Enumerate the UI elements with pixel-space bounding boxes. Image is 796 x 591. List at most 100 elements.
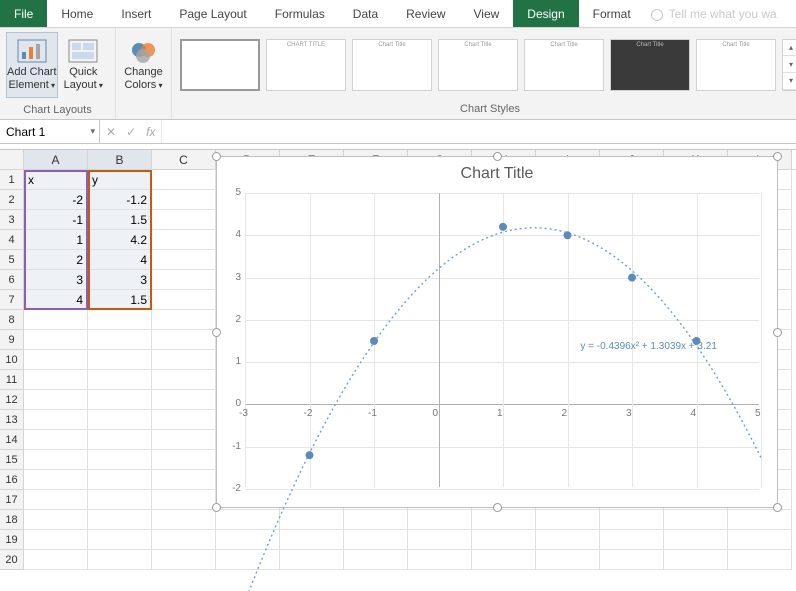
cell-B11[interactable] (88, 370, 152, 390)
tab-page-layout[interactable]: Page Layout (165, 0, 260, 27)
row-header-12[interactable]: 12 (0, 390, 24, 410)
cell-C4[interactable] (152, 230, 216, 250)
tab-file[interactable]: File (0, 0, 47, 27)
chart-handle-ne[interactable] (773, 152, 782, 161)
cell-A13[interactable] (24, 410, 88, 430)
chart-style-2[interactable]: CHART TITLE (266, 39, 346, 91)
name-box[interactable]: Chart 1 (0, 120, 100, 143)
cell-D18[interactable] (216, 510, 280, 530)
cell-B6[interactable]: 3 (88, 270, 152, 290)
worksheet-grid[interactable]: A B C D E F G H I J K L 1xy2-2-1.23-11.5… (0, 150, 796, 570)
cell-G18[interactable] (408, 510, 472, 530)
cell-B9[interactable] (88, 330, 152, 350)
fx-icon[interactable]: fx (146, 125, 155, 139)
cell-I19[interactable] (536, 530, 600, 550)
row-header-16[interactable]: 16 (0, 470, 24, 490)
cell-C7[interactable] (152, 290, 216, 310)
cell-B7[interactable]: 1.5 (88, 290, 152, 310)
cell-C9[interactable] (152, 330, 216, 350)
cell-B8[interactable] (88, 310, 152, 330)
cell-F18[interactable] (344, 510, 408, 530)
cell-K19[interactable] (664, 530, 728, 550)
cell-D20[interactable] (216, 550, 280, 570)
row-header-1[interactable]: 1 (0, 170, 24, 190)
data-point[interactable] (499, 223, 507, 231)
embedded-chart[interactable]: Chart Title 543210-1-2-3-2-1012345y = -0… (216, 156, 778, 508)
cell-A5[interactable]: 2 (24, 250, 88, 270)
data-point[interactable] (564, 231, 572, 239)
row-header-18[interactable]: 18 (0, 510, 24, 530)
cell-C2[interactable] (152, 190, 216, 210)
cell-B5[interactable]: 4 (88, 250, 152, 270)
cell-C18[interactable] (152, 510, 216, 530)
tell-me-search[interactable]: Tell me what you wa (645, 0, 796, 27)
chart-style-4[interactable]: Chart Title (438, 39, 518, 91)
cell-B16[interactable] (88, 470, 152, 490)
cell-B3[interactable]: 1.5 (88, 210, 152, 230)
cell-K20[interactable] (664, 550, 728, 570)
cell-B20[interactable] (88, 550, 152, 570)
chart-handle-nw[interactable] (212, 152, 221, 161)
cell-E19[interactable] (280, 530, 344, 550)
row-header-13[interactable]: 13 (0, 410, 24, 430)
cell-C8[interactable] (152, 310, 216, 330)
tab-view[interactable]: View (460, 0, 514, 27)
cell-A8[interactable] (24, 310, 88, 330)
cell-C14[interactable] (152, 430, 216, 450)
cell-C19[interactable] (152, 530, 216, 550)
cell-A11[interactable] (24, 370, 88, 390)
style-gallery-scroll[interactable]: ▴▾▾ (782, 39, 796, 91)
cell-B18[interactable] (88, 510, 152, 530)
cell-C10[interactable] (152, 350, 216, 370)
chart-style-1[interactable] (180, 39, 260, 91)
row-header-8[interactable]: 8 (0, 310, 24, 330)
chart-handle-sw[interactable] (212, 503, 221, 512)
cell-H18[interactable] (472, 510, 536, 530)
tab-format[interactable]: Format (579, 0, 645, 27)
row-header-4[interactable]: 4 (0, 230, 24, 250)
row-header-17[interactable]: 17 (0, 490, 24, 510)
chart-handle-n[interactable] (493, 152, 502, 161)
quick-layout-button[interactable]: Quick Layout (58, 32, 109, 98)
cell-B2[interactable]: -1.2 (88, 190, 152, 210)
trendline-equation[interactable]: y = -0.4396x² + 1.3039x + 3.21 (580, 341, 716, 352)
chart-style-6[interactable]: Chart Title (610, 39, 690, 91)
col-header-C[interactable]: C (152, 150, 216, 169)
cell-I20[interactable] (536, 550, 600, 570)
cell-L18[interactable] (728, 510, 792, 530)
row-header-9[interactable]: 9 (0, 330, 24, 350)
cell-A4[interactable]: 1 (24, 230, 88, 250)
cell-B12[interactable] (88, 390, 152, 410)
chart-handle-w[interactable] (212, 328, 221, 337)
chart-handle-e[interactable] (773, 328, 782, 337)
formula-cancel-icon[interactable]: ✕ (106, 125, 116, 139)
col-header-A[interactable]: A (24, 150, 88, 169)
chart-title[interactable]: Chart Title (217, 157, 777, 187)
style-scroll-more[interactable]: ▾ (783, 73, 796, 90)
cell-E18[interactable] (280, 510, 344, 530)
data-point[interactable] (306, 451, 314, 459)
cell-C3[interactable] (152, 210, 216, 230)
cell-A9[interactable] (24, 330, 88, 350)
chart-plot-area[interactable]: 543210-1-2-3-2-1012345y = -0.4396x² + 1.… (245, 193, 759, 487)
cell-G20[interactable] (408, 550, 472, 570)
row-header-15[interactable]: 15 (0, 450, 24, 470)
cell-I18[interactable] (536, 510, 600, 530)
tab-formulas[interactable]: Formulas (261, 0, 339, 27)
row-header-3[interactable]: 3 (0, 210, 24, 230)
tab-data[interactable]: Data (339, 0, 392, 27)
cell-A3[interactable]: -1 (24, 210, 88, 230)
cell-B10[interactable] (88, 350, 152, 370)
tab-insert[interactable]: Insert (107, 0, 165, 27)
cell-C5[interactable] (152, 250, 216, 270)
cell-B4[interactable]: 4.2 (88, 230, 152, 250)
cell-B13[interactable] (88, 410, 152, 430)
cell-A18[interactable] (24, 510, 88, 530)
tab-review[interactable]: Review (392, 0, 459, 27)
style-scroll-up[interactable]: ▴ (783, 40, 796, 57)
cell-A20[interactable] (24, 550, 88, 570)
col-header-B[interactable]: B (88, 150, 152, 169)
cell-A14[interactable] (24, 430, 88, 450)
cell-C17[interactable] (152, 490, 216, 510)
cell-C6[interactable] (152, 270, 216, 290)
